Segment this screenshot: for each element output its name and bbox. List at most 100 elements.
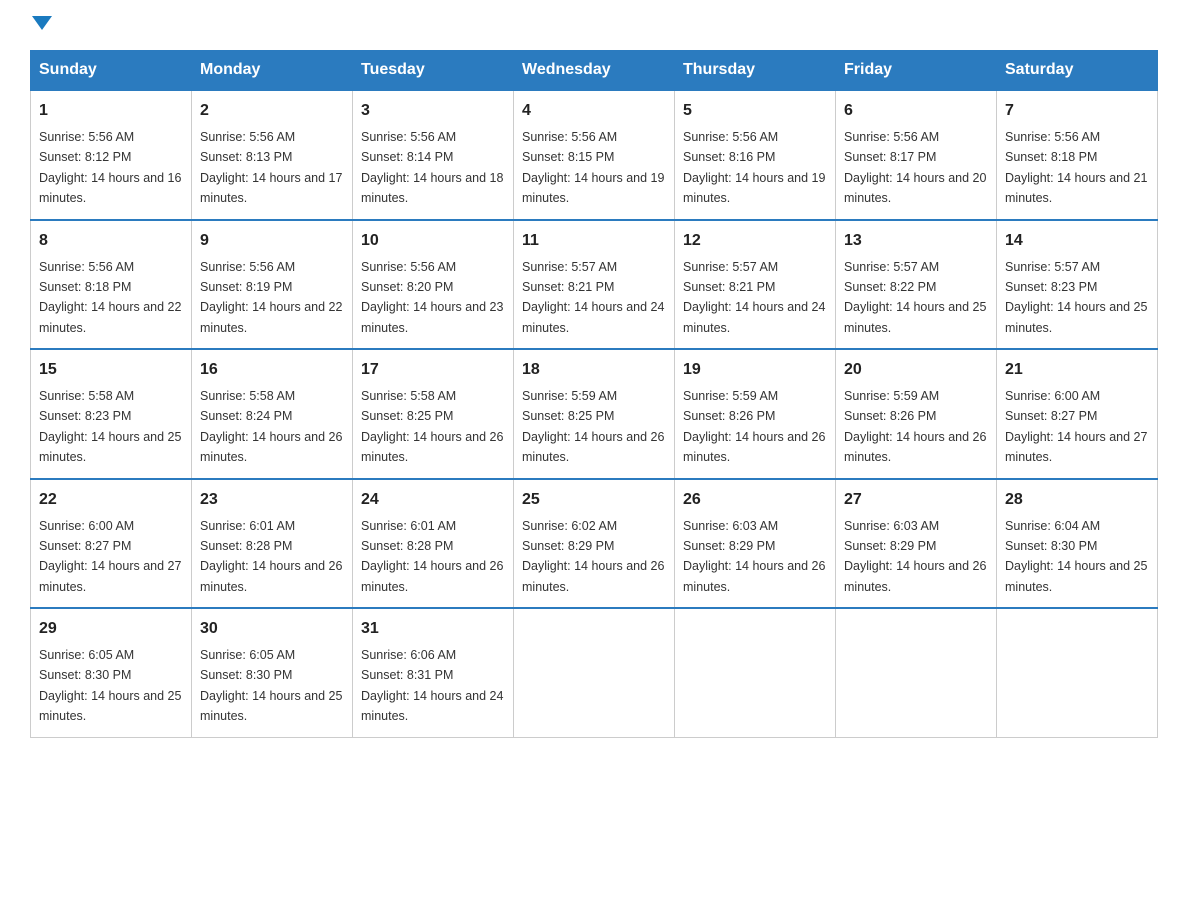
calendar-week-row: 15 Sunrise: 5:58 AMSunset: 8:23 PMDaylig… [31,349,1158,479]
day-number: 14 [1005,229,1149,253]
calendar-table: SundayMondayTuesdayWednesdayThursdayFrid… [30,50,1158,738]
day-info: Sunrise: 5:56 AMSunset: 8:14 PMDaylight:… [361,130,503,205]
calendar-cell: 26 Sunrise: 6:03 AMSunset: 8:29 PMDaylig… [675,479,836,609]
day-number: 6 [844,99,988,123]
day-number: 23 [200,488,344,512]
calendar-cell: 3 Sunrise: 5:56 AMSunset: 8:14 PMDayligh… [353,90,514,220]
day-number: 26 [683,488,827,512]
logo [30,20,52,34]
day-info: Sunrise: 6:01 AMSunset: 8:28 PMDaylight:… [361,519,503,594]
calendar-cell: 23 Sunrise: 6:01 AMSunset: 8:28 PMDaylig… [192,479,353,609]
calendar-cell: 9 Sunrise: 5:56 AMSunset: 8:19 PMDayligh… [192,220,353,350]
day-number: 31 [361,617,505,641]
calendar-cell: 20 Sunrise: 5:59 AMSunset: 8:26 PMDaylig… [836,349,997,479]
day-info: Sunrise: 5:57 AMSunset: 8:21 PMDaylight:… [522,260,664,335]
day-number: 2 [200,99,344,123]
calendar-cell: 17 Sunrise: 5:58 AMSunset: 8:25 PMDaylig… [353,349,514,479]
calendar-cell: 22 Sunrise: 6:00 AMSunset: 8:27 PMDaylig… [31,479,192,609]
day-number: 24 [361,488,505,512]
day-info: Sunrise: 6:03 AMSunset: 8:29 PMDaylight:… [683,519,825,594]
day-info: Sunrise: 5:56 AMSunset: 8:19 PMDaylight:… [200,260,342,335]
calendar-cell: 27 Sunrise: 6:03 AMSunset: 8:29 PMDaylig… [836,479,997,609]
day-info: Sunrise: 5:56 AMSunset: 8:18 PMDaylight:… [1005,130,1147,205]
day-number: 4 [522,99,666,123]
day-number: 19 [683,358,827,382]
day-info: Sunrise: 5:58 AMSunset: 8:23 PMDaylight:… [39,389,181,464]
day-info: Sunrise: 5:57 AMSunset: 8:21 PMDaylight:… [683,260,825,335]
day-info: Sunrise: 6:04 AMSunset: 8:30 PMDaylight:… [1005,519,1147,594]
day-info: Sunrise: 5:56 AMSunset: 8:12 PMDaylight:… [39,130,181,205]
calendar-cell: 28 Sunrise: 6:04 AMSunset: 8:30 PMDaylig… [997,479,1158,609]
column-header-monday: Monday [192,51,353,91]
day-number: 18 [522,358,666,382]
day-number: 30 [200,617,344,641]
day-number: 10 [361,229,505,253]
calendar-cell: 2 Sunrise: 5:56 AMSunset: 8:13 PMDayligh… [192,90,353,220]
day-info: Sunrise: 5:59 AMSunset: 8:26 PMDaylight:… [844,389,986,464]
day-number: 29 [39,617,183,641]
calendar-cell: 31 Sunrise: 6:06 AMSunset: 8:31 PMDaylig… [353,608,514,737]
day-info: Sunrise: 6:00 AMSunset: 8:27 PMDaylight:… [39,519,181,594]
day-info: Sunrise: 5:58 AMSunset: 8:24 PMDaylight:… [200,389,342,464]
calendar-week-row: 22 Sunrise: 6:00 AMSunset: 8:27 PMDaylig… [31,479,1158,609]
calendar-cell: 7 Sunrise: 5:56 AMSunset: 8:18 PMDayligh… [997,90,1158,220]
day-number: 25 [522,488,666,512]
calendar-cell: 18 Sunrise: 5:59 AMSunset: 8:25 PMDaylig… [514,349,675,479]
calendar-cell: 29 Sunrise: 6:05 AMSunset: 8:30 PMDaylig… [31,608,192,737]
day-info: Sunrise: 6:00 AMSunset: 8:27 PMDaylight:… [1005,389,1147,464]
calendar-cell: 4 Sunrise: 5:56 AMSunset: 8:15 PMDayligh… [514,90,675,220]
calendar-header-row: SundayMondayTuesdayWednesdayThursdayFrid… [31,51,1158,91]
logo-arrow-icon [32,16,52,30]
column-header-thursday: Thursday [675,51,836,91]
calendar-cell [514,608,675,737]
calendar-cell: 30 Sunrise: 6:05 AMSunset: 8:30 PMDaylig… [192,608,353,737]
day-number: 15 [39,358,183,382]
day-number: 21 [1005,358,1149,382]
day-number: 28 [1005,488,1149,512]
calendar-cell: 12 Sunrise: 5:57 AMSunset: 8:21 PMDaylig… [675,220,836,350]
day-number: 12 [683,229,827,253]
calendar-cell: 10 Sunrise: 5:56 AMSunset: 8:20 PMDaylig… [353,220,514,350]
day-info: Sunrise: 5:58 AMSunset: 8:25 PMDaylight:… [361,389,503,464]
day-info: Sunrise: 5:57 AMSunset: 8:22 PMDaylight:… [844,260,986,335]
calendar-cell: 25 Sunrise: 6:02 AMSunset: 8:29 PMDaylig… [514,479,675,609]
calendar-cell: 6 Sunrise: 5:56 AMSunset: 8:17 PMDayligh… [836,90,997,220]
day-number: 27 [844,488,988,512]
column-header-tuesday: Tuesday [353,51,514,91]
day-number: 13 [844,229,988,253]
day-info: Sunrise: 6:03 AMSunset: 8:29 PMDaylight:… [844,519,986,594]
column-header-wednesday: Wednesday [514,51,675,91]
calendar-cell: 8 Sunrise: 5:56 AMSunset: 8:18 PMDayligh… [31,220,192,350]
day-info: Sunrise: 6:02 AMSunset: 8:29 PMDaylight:… [522,519,664,594]
header [30,20,1158,34]
day-info: Sunrise: 5:56 AMSunset: 8:20 PMDaylight:… [361,260,503,335]
calendar-cell: 21 Sunrise: 6:00 AMSunset: 8:27 PMDaylig… [997,349,1158,479]
calendar-cell: 13 Sunrise: 5:57 AMSunset: 8:22 PMDaylig… [836,220,997,350]
calendar-cell [836,608,997,737]
day-number: 17 [361,358,505,382]
calendar-cell [675,608,836,737]
day-info: Sunrise: 5:56 AMSunset: 8:15 PMDaylight:… [522,130,664,205]
column-header-friday: Friday [836,51,997,91]
day-number: 7 [1005,99,1149,123]
calendar-cell: 15 Sunrise: 5:58 AMSunset: 8:23 PMDaylig… [31,349,192,479]
calendar-cell: 19 Sunrise: 5:59 AMSunset: 8:26 PMDaylig… [675,349,836,479]
day-number: 8 [39,229,183,253]
day-info: Sunrise: 6:05 AMSunset: 8:30 PMDaylight:… [200,648,342,723]
day-number: 22 [39,488,183,512]
day-number: 20 [844,358,988,382]
day-info: Sunrise: 5:59 AMSunset: 8:25 PMDaylight:… [522,389,664,464]
calendar-week-row: 1 Sunrise: 5:56 AMSunset: 8:12 PMDayligh… [31,90,1158,220]
calendar-cell [997,608,1158,737]
day-info: Sunrise: 5:56 AMSunset: 8:13 PMDaylight:… [200,130,342,205]
day-number: 9 [200,229,344,253]
calendar-week-row: 8 Sunrise: 5:56 AMSunset: 8:18 PMDayligh… [31,220,1158,350]
day-info: Sunrise: 6:06 AMSunset: 8:31 PMDaylight:… [361,648,503,723]
day-info: Sunrise: 6:05 AMSunset: 8:30 PMDaylight:… [39,648,181,723]
day-number: 5 [683,99,827,123]
day-info: Sunrise: 6:01 AMSunset: 8:28 PMDaylight:… [200,519,342,594]
calendar-cell: 11 Sunrise: 5:57 AMSunset: 8:21 PMDaylig… [514,220,675,350]
day-info: Sunrise: 5:56 AMSunset: 8:16 PMDaylight:… [683,130,825,205]
calendar-week-row: 29 Sunrise: 6:05 AMSunset: 8:30 PMDaylig… [31,608,1158,737]
day-number: 11 [522,229,666,253]
